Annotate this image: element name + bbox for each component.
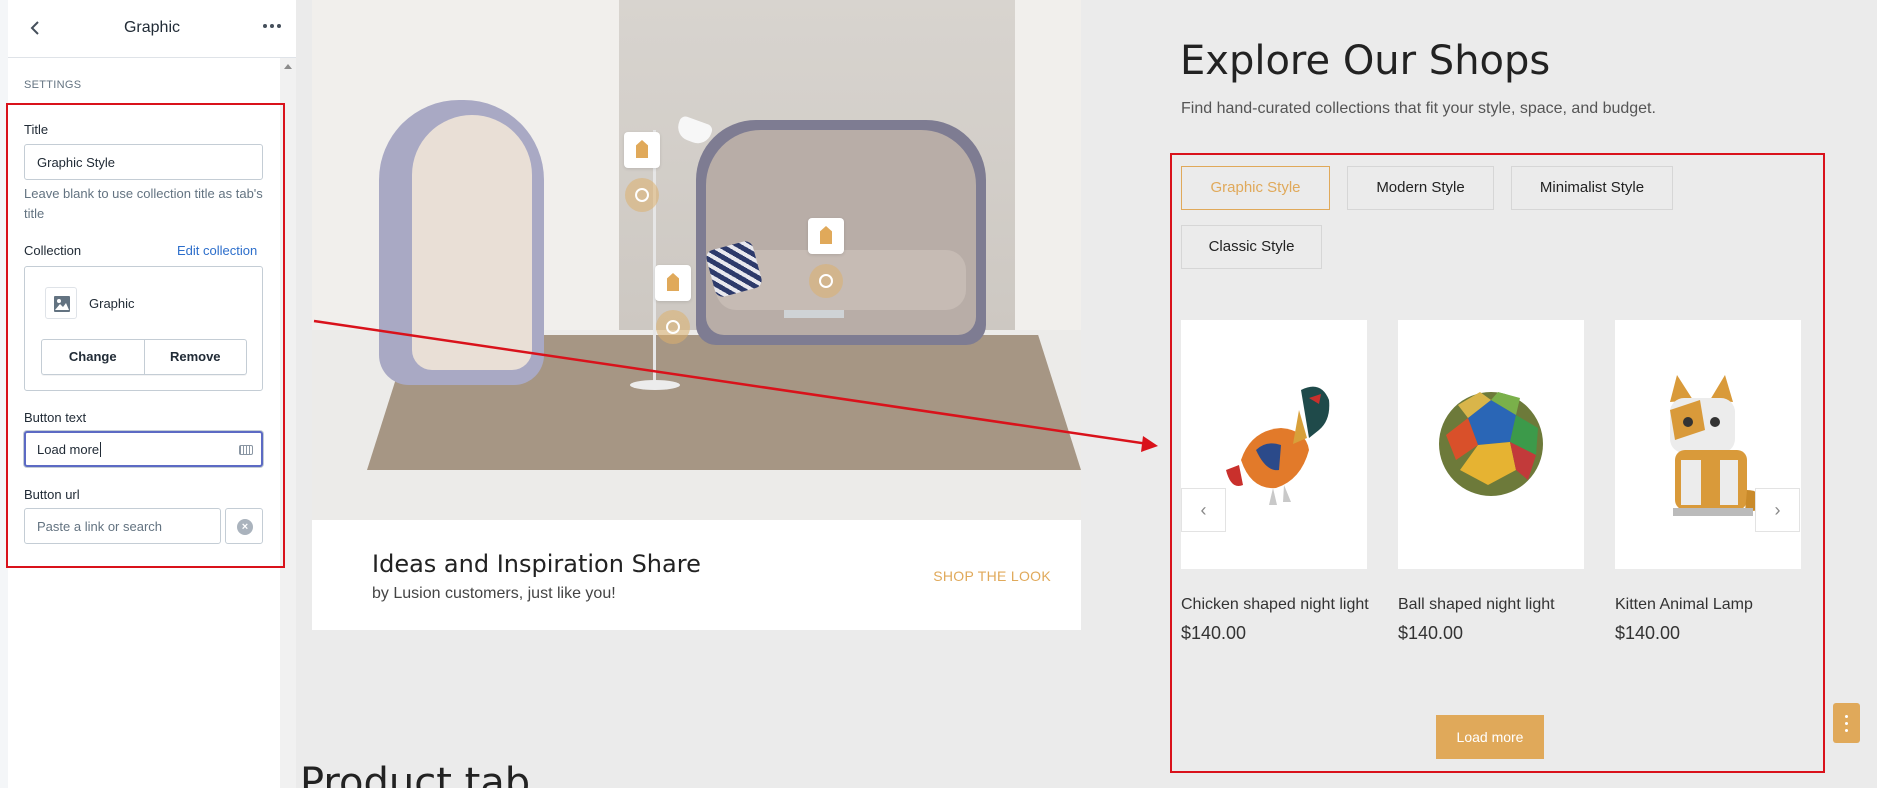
- button-text-value: Load more: [37, 442, 100, 457]
- close-circle-icon: ×: [237, 519, 253, 535]
- shopping-bag-icon[interactable]: [808, 218, 844, 254]
- collection-actions: Change Remove: [41, 339, 247, 375]
- button-url-label: Button url: [24, 487, 80, 502]
- collection-card: Graphic Change Remove: [24, 266, 263, 391]
- carousel-next-button[interactable]: ›: [1755, 488, 1800, 532]
- sidebar-title: Graphic: [123, 19, 181, 36]
- product-price: $140.00: [1615, 623, 1681, 643]
- button-url-input[interactable]: Paste a link or search: [24, 508, 221, 544]
- product-name[interactable]: Kitten Animal Lamp: [1615, 596, 1753, 614]
- sidebar-header: Graphic: [8, 0, 296, 58]
- collection-name: Graphic: [89, 296, 135, 311]
- inspiration-subtitle: by Lusion customers, just like you!: [372, 585, 616, 602]
- image-placeholder-icon: [45, 287, 77, 319]
- product-name[interactable]: Ball shaped night light: [1398, 596, 1555, 614]
- collection-field-label: Collection: [24, 243, 82, 258]
- button-text-input[interactable]: Load more: [24, 431, 263, 467]
- shopping-bag-icon[interactable]: [624, 132, 660, 168]
- shopping-bag-icon[interactable]: [655, 265, 691, 301]
- lookbook-image: [312, 0, 1081, 520]
- side-table: [784, 310, 844, 318]
- pod-chair-inner: [412, 115, 532, 370]
- settings-section-label: SETTINGS: [24, 79, 82, 91]
- keyboard-icon[interactable]: [239, 445, 253, 455]
- tab-classic-style[interactable]: Classic Style: [1181, 225, 1322, 269]
- title-help-text: Leave blank to use collection title as t…: [24, 186, 263, 221]
- floating-menu-button[interactable]: [1833, 703, 1860, 743]
- floor-lamp-pole: [653, 130, 656, 385]
- tab-modern-style[interactable]: Modern Style: [1347, 166, 1494, 210]
- inspiration-card: Ideas and Inspiration Share by Lusion cu…: [312, 520, 1081, 630]
- shop-the-look-link[interactable]: SHOP THE LOOK: [933, 568, 1051, 584]
- button-text-label: Button text: [24, 410, 87, 425]
- remove-collection-button[interactable]: Remove: [143, 340, 247, 374]
- title-field-label: Title: [24, 122, 49, 137]
- tab-graphic-style[interactable]: Graphic Style: [1181, 166, 1330, 210]
- product-tab-heading: Product tab: [300, 760, 531, 788]
- scroll-up-icon[interactable]: [284, 64, 292, 69]
- inspiration-title: Ideas and Inspiration Share: [372, 550, 701, 578]
- carousel-prev-button[interactable]: ‹: [1181, 488, 1226, 532]
- dot: [1845, 715, 1848, 718]
- change-collection-button[interactable]: Change: [42, 340, 144, 374]
- dot: [1845, 722, 1848, 725]
- dot: [1845, 729, 1848, 732]
- ellipsis-icon[interactable]: [260, 14, 284, 38]
- text-caret: [100, 442, 102, 457]
- product-name[interactable]: Chicken shaped night light: [1181, 596, 1369, 614]
- chevron-right-icon: ›: [1774, 500, 1781, 520]
- hotspot-sofa[interactable]: [809, 264, 843, 298]
- tab-minimalist-style[interactable]: Minimalist Style: [1511, 166, 1673, 210]
- explore-subtitle: Find hand-curated collections that fit y…: [1181, 100, 1656, 117]
- load-more-button[interactable]: Load more: [1436, 715, 1544, 759]
- chevron-left-icon: ‹: [1200, 500, 1207, 520]
- product-price: $140.00: [1181, 623, 1247, 643]
- explore-title: Explore Our Shops: [1180, 38, 1551, 84]
- hotspot-table[interactable]: [656, 310, 690, 344]
- floor-lamp-base: [630, 380, 680, 390]
- title-input[interactable]: Graphic Style: [24, 144, 263, 180]
- edit-collection-link[interactable]: Edit collection: [177, 243, 257, 258]
- hotspot-lamp[interactable]: [625, 178, 659, 212]
- clear-url-button[interactable]: ×: [225, 508, 263, 544]
- product-image-ball[interactable]: [1398, 320, 1584, 569]
- product-price: $140.00: [1398, 623, 1464, 643]
